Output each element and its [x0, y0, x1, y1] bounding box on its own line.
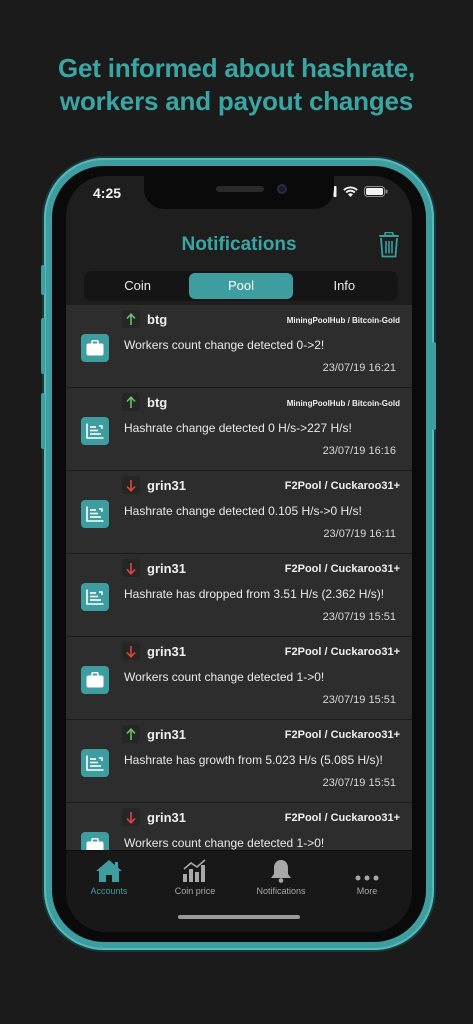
tab-coin-price-label: Coin price: [174, 886, 216, 896]
chart-icon: [81, 583, 109, 611]
notification-message: Hashrate change detected 0 H/s->227 H/s!: [124, 421, 352, 435]
notification-message: Workers count change detected 0->2!: [124, 338, 325, 352]
notification-date: 23/07/19 15:51: [322, 694, 396, 706]
notification-coin: btg: [147, 312, 168, 327]
tab-accounts-label: Accounts: [90, 886, 128, 896]
segment-coin[interactable]: Coin: [86, 273, 189, 299]
notification-coin: grin31: [147, 727, 187, 742]
briefcase-icon: [81, 832, 109, 850]
tab-notifications[interactable]: Notifications: [238, 857, 324, 896]
notification-date: 23/07/19 15:51: [322, 777, 396, 789]
segment-pool[interactable]: Pool: [189, 273, 293, 299]
chart-icon: [81, 749, 109, 777]
briefcase-icon: [81, 334, 109, 362]
phone-volume-down: [41, 393, 45, 449]
notification-pool: F2Pool / Cuckaroo31+: [284, 812, 400, 824]
notification-row[interactable]: grin31 F2Pool / Cuckaroo31+ Hashrate chang…: [66, 471, 412, 554]
notification-pool: F2Pool / Cuckaroo31+: [284, 480, 400, 492]
trash-icon[interactable]: [378, 231, 400, 263]
arrow-down-icon: [122, 476, 140, 494]
speaker: [216, 186, 264, 192]
notification-coin: grin31: [147, 478, 187, 493]
notification-pool: F2Pool / Cuckaroo31+: [284, 729, 400, 741]
notification-pool: MiningPoolHub / Bitcoin-Gold: [286, 316, 400, 325]
page-title: Notifications: [181, 234, 297, 255]
arrow-up-icon: [122, 310, 140, 328]
notification-pool: F2Pool / Cuckaroo31+: [284, 563, 400, 575]
arrow-up-icon: [122, 393, 140, 411]
briefcase-icon: [81, 666, 109, 694]
phone-silent-switch: [41, 265, 45, 295]
arrow-up-icon: [122, 725, 140, 743]
notification-row[interactable]: grin31 F2Pool / Cuckaroo31+ Workers count …: [66, 803, 412, 850]
promo-headline-line1: Get informed about hashrate,: [57, 53, 415, 83]
wifi-icon: [343, 186, 358, 197]
phone-volume-up: [41, 318, 45, 374]
tab-more[interactable]: More: [324, 857, 410, 896]
promo-headline-line2: workers and payout changes: [59, 86, 414, 116]
notification-row[interactable]: btg MiningPoolHub / Bitcoin-Gold Workers c…: [66, 305, 412, 388]
notification-date: 23/07/19 15:51: [322, 611, 396, 623]
tab-coin-price[interactable]: Coin price: [152, 857, 238, 896]
more-icon: [355, 875, 379, 881]
notification-message: Workers count change detected 1->0!: [124, 670, 325, 684]
phone-screen: 4:25 Notifications Coin Pool Info btg Mi…: [66, 176, 412, 932]
notch: [144, 176, 334, 209]
notification-row[interactable]: grin31 F2Pool / Cuckaroo31+ Hashrate has d…: [66, 554, 412, 637]
home-icon: [96, 860, 122, 882]
front-camera: [277, 184, 287, 194]
notification-coin: grin31: [147, 561, 187, 576]
tab-bar: Accounts Coin price Notifications More: [66, 850, 412, 932]
notification-coin: grin31: [147, 644, 187, 659]
notification-message: Hashrate has growth from 5.023 H/s (5.08…: [124, 753, 383, 767]
notification-row[interactable]: grin31 F2Pool / Cuckaroo31+ Hashrate has g…: [66, 720, 412, 803]
arrow-down-icon: [122, 642, 140, 660]
notification-coin: btg: [147, 395, 168, 410]
notification-message: Hashrate change detected 0.105 H/s->0 H/…: [124, 504, 362, 518]
chart-icon: [81, 417, 109, 445]
home-indicator: [178, 915, 300, 919]
status-time: 4:25: [93, 185, 122, 201]
tab-more-label: More: [356, 886, 378, 896]
battery-icon: [364, 186, 388, 197]
notification-list[interactable]: btg MiningPoolHub / Bitcoin-Gold Workers c…: [66, 305, 412, 850]
notification-type-segmented-control: Coin Pool Info: [84, 271, 398, 301]
segment-info[interactable]: Info: [293, 273, 396, 299]
notification-pool: MiningPoolHub / Bitcoin-Gold: [286, 399, 400, 408]
notification-date: 23/07/19 16:16: [322, 445, 396, 457]
notification-message: Workers count change detected 1->0!: [124, 836, 325, 850]
arrow-down-icon: [122, 559, 140, 577]
bell-icon: [271, 860, 291, 883]
notification-row[interactable]: grin31 F2Pool / Cuckaroo31+ Workers count …: [66, 637, 412, 720]
bar-chart-icon: [183, 859, 206, 882]
chart-icon: [81, 500, 109, 528]
notification-pool: F2Pool / Cuckaroo31+: [284, 646, 400, 658]
notification-coin: grin31: [147, 810, 187, 825]
notification-date: 23/07/19 16:11: [323, 528, 396, 540]
arrow-down-icon: [122, 808, 140, 826]
notification-message: Hashrate has dropped from 3.51 H/s (2.36…: [124, 587, 385, 601]
notification-date: 23/07/19 16:21: [322, 362, 396, 374]
notification-row[interactable]: btg MiningPoolHub / Bitcoin-Gold Hashrate …: [66, 388, 412, 471]
phone-power-button: [432, 342, 436, 430]
tab-notifications-label: Notifications: [256, 886, 306, 896]
tab-accounts[interactable]: Accounts: [66, 857, 152, 896]
promo-headline: Get informed about hashrate, workers and…: [0, 52, 473, 118]
